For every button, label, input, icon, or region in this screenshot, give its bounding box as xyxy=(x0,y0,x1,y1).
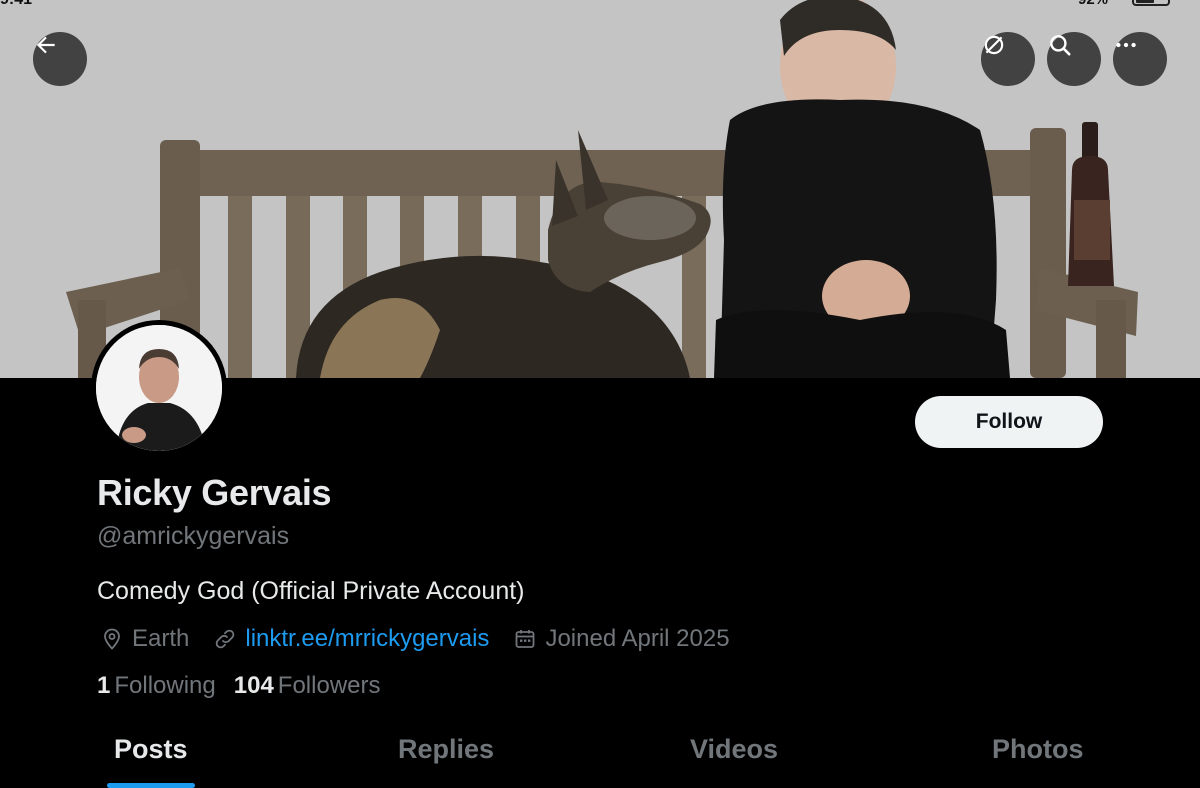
more-options-button[interactable] xyxy=(1113,32,1167,86)
active-tab-indicator xyxy=(107,783,195,788)
more-horizontal-icon xyxy=(1116,42,1136,48)
profile-avatar[interactable] xyxy=(91,320,227,456)
joined-item: Joined April 2025 xyxy=(513,625,730,653)
location-pin-icon xyxy=(104,628,120,650)
display-name: Ricky Gervais xyxy=(97,472,332,513)
avatar-photo xyxy=(96,325,222,451)
followers-count[interactable]: 104 xyxy=(234,672,274,700)
follow-button[interactable]: Follow xyxy=(915,396,1103,448)
follow-stats: 1 Following 104 Followers xyxy=(97,672,399,700)
tab-videos[interactable]: Videos xyxy=(690,734,778,765)
calendar-icon xyxy=(516,630,535,648)
user-handle: @amrickygervais xyxy=(97,522,290,550)
following-count[interactable]: 1 xyxy=(97,672,110,700)
search-icon xyxy=(1050,35,1071,56)
link-icon xyxy=(216,629,235,649)
profile-bio: Comedy God (Official Private Account) xyxy=(97,577,525,605)
tab-replies[interactable]: Replies xyxy=(398,734,494,765)
profile-tabs: Posts Replies Videos Photos xyxy=(0,720,1200,788)
location-item: Earth xyxy=(100,625,189,653)
profile-banner[interactable]: 9:41 ••• 92% xyxy=(0,0,1200,378)
joined-date: Joined April 2025 xyxy=(545,625,730,652)
profile-page: 9:41 ••• 92% xyxy=(0,0,1200,788)
arrow-left-icon xyxy=(36,36,55,54)
followers-label[interactable]: Followers xyxy=(278,672,381,700)
website-item[interactable]: linktr.ee/mrrickygervais xyxy=(213,625,489,653)
location-text: Earth xyxy=(132,625,190,652)
following-label[interactable]: Following xyxy=(114,672,215,700)
website-link[interactable]: linktr.ee/mrrickygervais xyxy=(245,625,489,653)
grok-button[interactable] xyxy=(981,32,1035,86)
tab-posts[interactable]: Posts xyxy=(114,734,188,765)
search-button[interactable] xyxy=(1047,32,1101,86)
tab-photos[interactable]: Photos xyxy=(992,734,1084,765)
back-button[interactable] xyxy=(33,32,87,86)
slash-circle-icon xyxy=(984,35,1004,55)
profile-meta: Earth linktr.ee/mrrickygervais Joined Ap… xyxy=(100,622,754,656)
